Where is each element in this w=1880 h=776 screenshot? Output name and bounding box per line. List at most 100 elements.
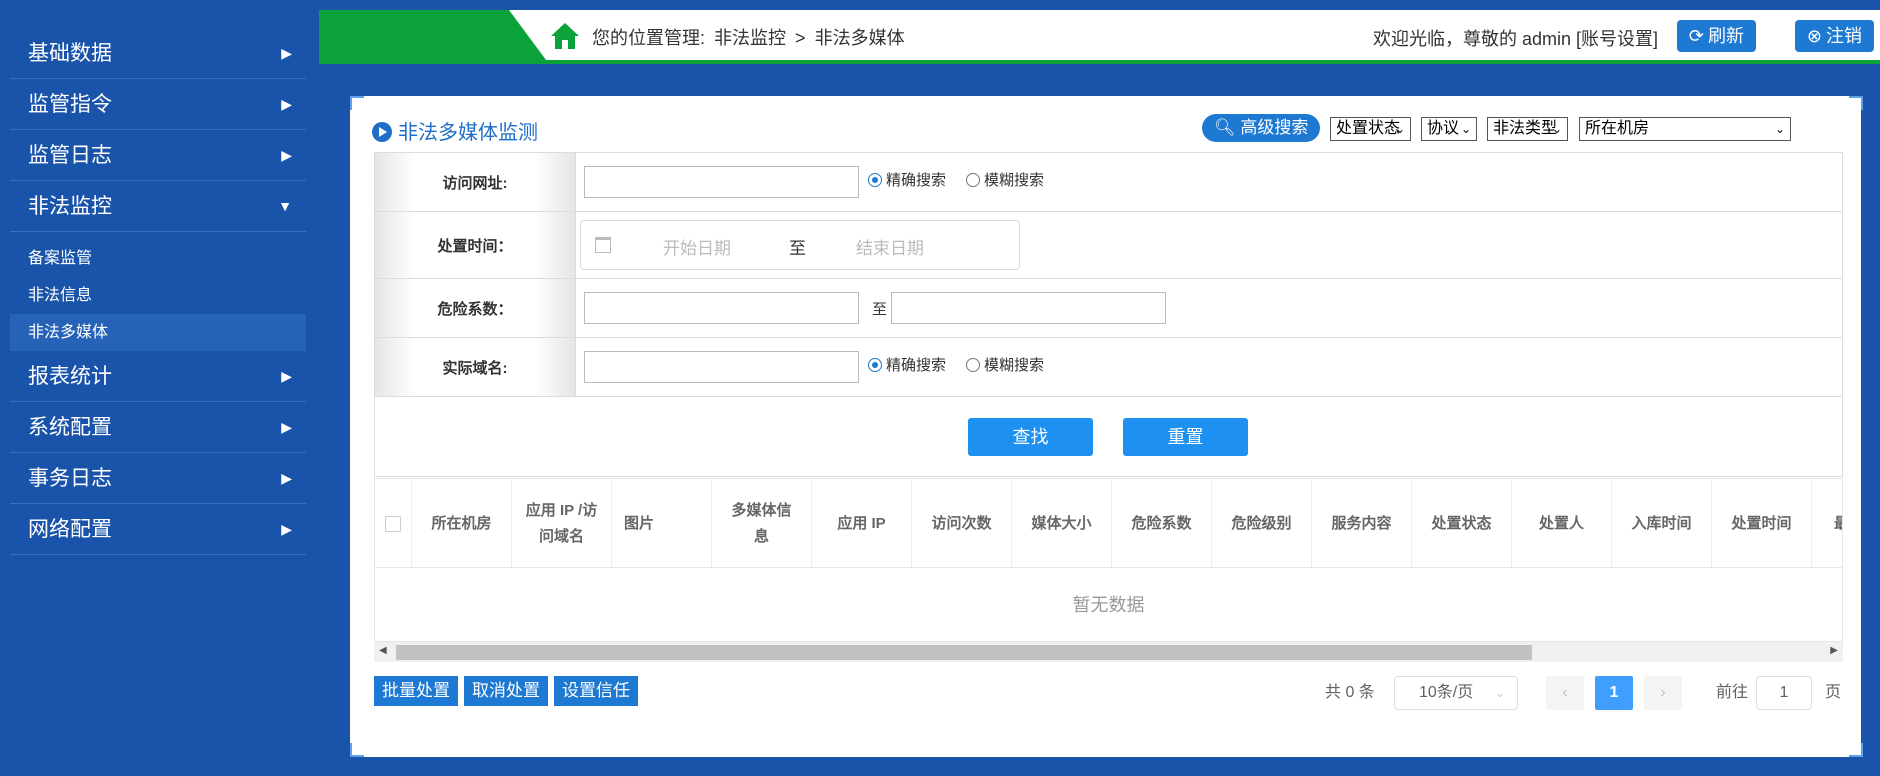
column-header[interactable]: 服务内容 (1312, 479, 1412, 568)
column-header[interactable]: 访问次数 (912, 479, 1012, 568)
column-header[interactable]: 处置人 (1512, 479, 1612, 568)
column-header[interactable]: 最 (1812, 479, 1842, 568)
chevron-down-icon: ⌄ (1494, 686, 1505, 700)
protocol-select[interactable]: 协议 ⌄ (1421, 117, 1477, 141)
search-form: 访问网址: 精确搜索 模糊搜索 处置时间： 开始日期 至 结束日期 危险系数： … (374, 152, 1843, 477)
sidebar-item-label: 网络配置 (28, 518, 112, 541)
prev-page-button[interactable]: ‹ (1546, 676, 1584, 710)
home-icon[interactable] (549, 21, 581, 51)
risk-label: 危险系数： (375, 279, 576, 337)
caret-right-icon: ▶ (281, 419, 292, 435)
caret-down-icon: ▼ (278, 198, 292, 214)
sidebar-subitem-record[interactable]: 备案监管 (10, 240, 306, 277)
select-all-checkbox[interactable] (385, 515, 401, 532)
radio-label: 精确搜索 (886, 357, 947, 374)
refresh-label: 刷新 (1708, 26, 1744, 46)
url-fuzzy-radio[interactable]: 模糊搜索 (966, 169, 1044, 190)
top-bar: 您的位置管理: 非法监控 > 非法多媒体 欢迎光临，尊敬的 admin [账号设… (319, 10, 1880, 64)
logout-button[interactable]: ⊗ 注销 (1794, 20, 1874, 52)
horizontal-scrollbar[interactable]: ◀ ▶ (374, 642, 1843, 662)
next-page-button[interactable]: › (1644, 676, 1682, 710)
start-date-input[interactable]: 开始日期 (663, 234, 731, 259)
batch-dispose-button[interactable]: 批量处置 (374, 676, 458, 706)
radio-label: 精确搜索 (886, 172, 947, 189)
room-select[interactable]: 所在机房 ⌄ (1579, 117, 1791, 141)
sidebar-item-instructions[interactable]: 监管指令 ▶ (10, 79, 306, 130)
risk-max-input[interactable] (891, 292, 1166, 324)
room-select-value: 所在机房 (1585, 120, 1650, 137)
set-trust-button[interactable]: 设置信任 (554, 676, 638, 706)
reset-button[interactable]: 重置 (1123, 418, 1248, 456)
url-exact-radio[interactable]: 精确搜索 (868, 169, 946, 190)
column-header[interactable]: 入库时间 (1612, 479, 1712, 568)
scrollbar-thumb[interactable] (396, 645, 1532, 660)
column-header[interactable]: 危险级别 (1212, 479, 1312, 568)
sidebar-subitem-illegal-info[interactable]: 非法信息 (10, 277, 306, 314)
empty-state: 暂无数据 (1072, 595, 1145, 615)
column-header[interactable]: 处置状态 (1412, 479, 1512, 568)
column-header[interactable]: 处置时间 (1712, 479, 1812, 568)
domain-input[interactable] (584, 351, 859, 383)
chevron-down-icon: ⌄ (1460, 122, 1471, 136)
sidebar-item-label: 系统配置 (28, 416, 112, 439)
total-count: 共 0 条 (1325, 684, 1375, 701)
sidebar-item-label: 非法监控 (28, 195, 112, 218)
caret-right-icon: ▶ (281, 470, 292, 486)
sidebar-item-event-logs[interactable]: 事务日志 ▶ (10, 453, 306, 504)
panel-corner (350, 743, 364, 757)
radio-label: 模糊搜索 (984, 357, 1045, 374)
page-number[interactable]: 1 (1595, 676, 1633, 710)
radio-unchecked-icon (966, 173, 980, 187)
search-button[interactable]: 查找 (968, 418, 1093, 456)
date-range-separator: 至 (789, 239, 806, 258)
form-actions: 查找 重置 (375, 397, 1842, 477)
welcome-text[interactable]: 欢迎光临，尊敬的 admin [账号设置] (1373, 25, 1658, 51)
refresh-button[interactable]: ⟳ 刷新 (1676, 20, 1756, 52)
goto-page-input[interactable]: 1 (1756, 676, 1812, 710)
date-range-picker[interactable]: 开始日期 至 结束日期 (580, 220, 1020, 270)
column-header[interactable]: 危险系数 (1112, 479, 1212, 568)
scroll-left-icon[interactable]: ◀ (379, 645, 387, 656)
status-select[interactable]: 处置状态 ⌄ (1330, 117, 1411, 141)
top-bar-accent (319, 10, 549, 64)
sidebar-item-basic-data[interactable]: 基础数据 ▶ (10, 28, 306, 79)
column-header[interactable]: 应用 IP /访问域名 (512, 479, 612, 568)
domain-exact-radio[interactable]: 精确搜索 (868, 354, 946, 375)
time-row: 处置时间： 开始日期 至 结束日期 (375, 212, 1842, 279)
panel-title: 非法多媒体监测 (372, 116, 538, 145)
url-input[interactable] (584, 166, 859, 198)
close-circle-icon: ⊗ (1806, 26, 1822, 46)
caret-right-icon: ▶ (281, 45, 292, 61)
column-header[interactable]: 多媒体信息 (712, 479, 812, 568)
sidebar-item-label: 事务日志 (28, 467, 112, 490)
main-panel: 非法多媒体监测 🔍︎ 高级搜索 处置状态 ⌄ 协议 ⌄ 非法类型 ⌄ 所在机房 ⌄ 访问… (350, 96, 1863, 757)
column-header[interactable]: 应用 IP (812, 479, 912, 568)
sidebar-item-label: 基础数据 (28, 42, 112, 65)
caret-right-icon: ▶ (281, 96, 292, 112)
sidebar-item-logs[interactable]: 监管日志 ▶ (10, 130, 306, 181)
sidebar-item-network-config[interactable]: 网络配置 ▶ (10, 504, 306, 555)
domain-fuzzy-radio[interactable]: 模糊搜索 (966, 354, 1044, 375)
sidebar-item-illegal-monitor[interactable]: 非法监控 ▼ (10, 181, 306, 232)
end-date-input[interactable]: 结束日期 (856, 234, 924, 259)
breadcrumb-item[interactable]: 非法监控 (714, 28, 786, 48)
sidebar-subitem-illegal-media[interactable]: 非法多媒体 (10, 314, 306, 351)
advanced-search-button[interactable]: 🔍︎ 高级搜索 (1202, 114, 1321, 142)
sidebar-submenu: 备案监管 非法信息 非法多媒体 (10, 232, 306, 351)
column-header[interactable]: 媒体大小 (1012, 479, 1112, 568)
domain-label: 实际域名: (375, 338, 576, 396)
status-select-value: 处置状态 (1336, 120, 1401, 137)
sidebar-item-system-config[interactable]: 系统配置 ▶ (10, 402, 306, 453)
sidebar-item-reports[interactable]: 报表统计 ▶ (10, 351, 306, 402)
breadcrumb-prefix: 您的位置管理: (592, 28, 706, 48)
scroll-right-icon[interactable]: ▶ (1830, 645, 1838, 656)
page-size-select[interactable]: 10条/页 ⌄ (1394, 676, 1518, 710)
cancel-dispose-button[interactable]: 取消处置 (464, 676, 548, 706)
risk-min-input[interactable] (584, 292, 859, 324)
illegal-type-select[interactable]: 非法类型 ⌄ (1487, 117, 1568, 141)
caret-right-icon: ▶ (281, 368, 292, 384)
time-label: 处置时间： (375, 212, 576, 278)
column-header[interactable]: 所在机房 (412, 479, 512, 568)
select-all-cell (375, 479, 412, 568)
column-header[interactable]: 图片 (612, 479, 712, 568)
